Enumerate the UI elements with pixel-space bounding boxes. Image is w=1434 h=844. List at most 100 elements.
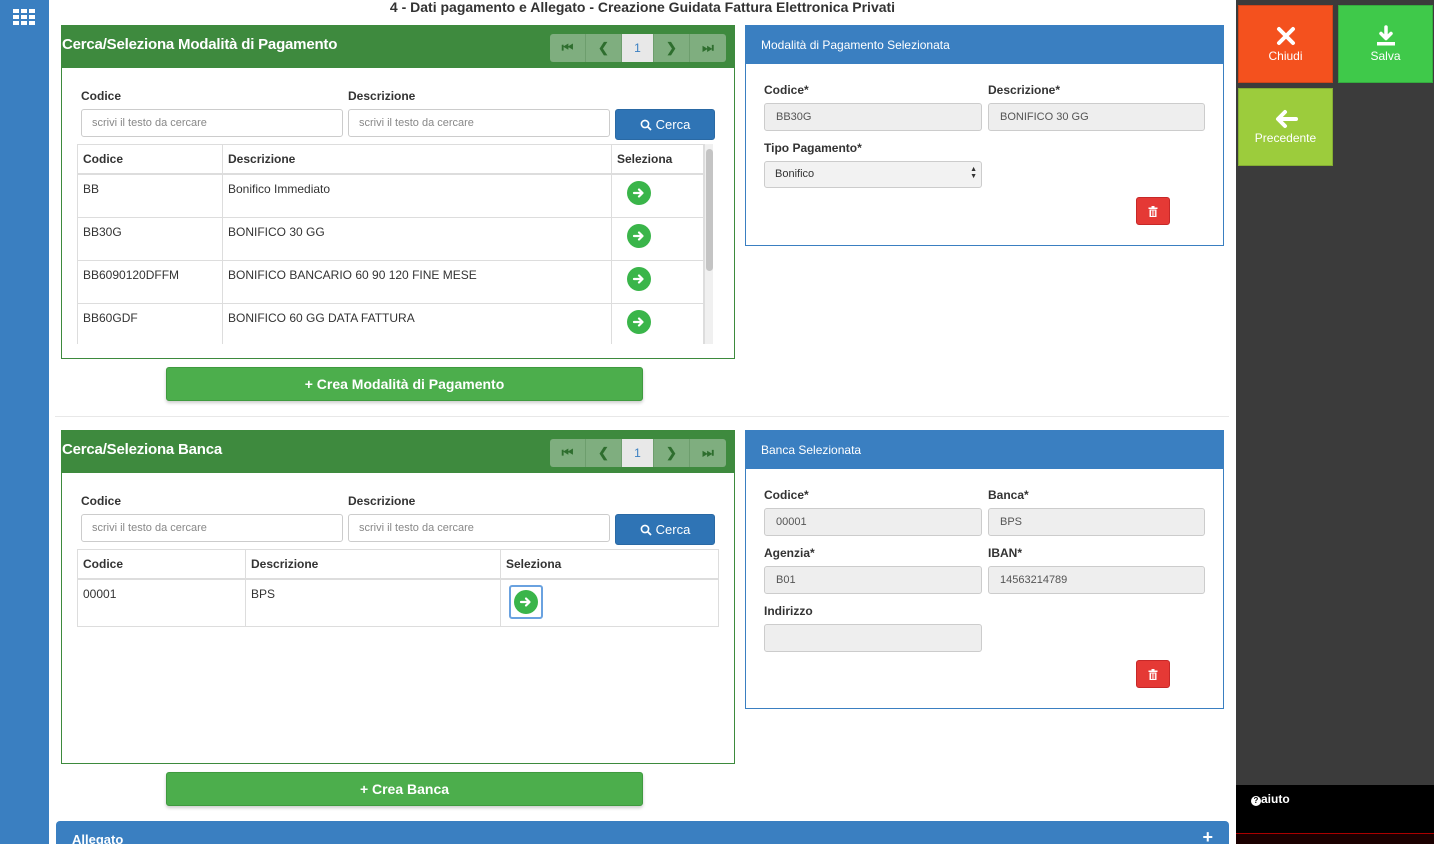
- bank-banca-field: BPS: [988, 508, 1205, 536]
- next-page-button[interactable]: ❯: [654, 439, 690, 467]
- bank-search-title: Cerca/Seleziona Banca: [62, 441, 223, 458]
- chevron-right-icon: ❯: [666, 445, 677, 460]
- select-arrow-icon[interactable]: [627, 266, 651, 291]
- column-header: Codice: [77, 144, 223, 175]
- last-page-button[interactable]: ⏭: [690, 439, 726, 467]
- bank-codice-label: Codice*: [764, 488, 809, 502]
- next-page-button[interactable]: ❯: [654, 34, 690, 62]
- bank-search-button[interactable]: Cerca: [615, 514, 715, 545]
- select-arrow-icon[interactable]: [627, 309, 651, 334]
- chevron-right-icon: ❯: [666, 40, 677, 55]
- column-header: Codice: [77, 549, 246, 580]
- prev-page-button[interactable]: ❮: [586, 34, 622, 62]
- action-pane: Chiudi Salva Precedente: [1236, 0, 1434, 844]
- salva-button[interactable]: Salva: [1338, 5, 1433, 83]
- tipo-pagamento-label: Tipo Pagamento*: [764, 141, 862, 155]
- payment-search-header: Cerca/Seleziona Modalità di Pagamento ⏮ …: [62, 26, 734, 68]
- download-icon: [1376, 25, 1395, 46]
- table-row: BB30G BONIFICO 30 GG: [77, 216, 704, 261]
- tipo-pagamento-select[interactable]: Bonifico ▲ ▼: [764, 161, 982, 188]
- bank-search-panel: Cerca/Seleziona Banca ⏮ ❮ 1 ❯ ⏭ Codice D…: [61, 430, 735, 764]
- precedente-label: Precedente: [1254, 131, 1317, 145]
- payment-pager: ⏮ ❮ 1 ❯ ⏭: [550, 34, 726, 62]
- bank-iban-label: IBAN*: [988, 546, 1023, 560]
- column-header: Descrizione: [222, 144, 612, 175]
- column-header: Descrizione: [245, 549, 501, 580]
- bank-agenzia-label: Agenzia*: [764, 546, 815, 560]
- cell-codice: 00001: [77, 578, 246, 627]
- selected-descrizione-field: BONIFICO 30 GG: [988, 103, 1205, 131]
- current-page[interactable]: 1: [622, 439, 654, 467]
- allegato-section-header[interactable]: Allegato +: [56, 821, 1229, 844]
- apps-grid-icon[interactable]: [13, 9, 35, 25]
- salva-label: Salva: [1370, 49, 1401, 63]
- table-row: 00001 BPS: [77, 578, 719, 627]
- payment-table-scroll[interactable]: Codice Descrizione Seleziona BB Bonifico…: [77, 144, 719, 344]
- bank-descrizione-search-input[interactable]: [348, 514, 610, 542]
- help-bar-bottom: [1236, 833, 1434, 844]
- codice-search-input[interactable]: [81, 109, 343, 137]
- scrollbar-thumb[interactable]: [706, 149, 713, 271]
- search-button-label: Cerca: [655, 117, 691, 132]
- select-focus-ring: [509, 585, 543, 619]
- select-arrow-icon[interactable]: [514, 590, 538, 614]
- last-page-icon: ⏭: [702, 40, 714, 55]
- prev-page-button[interactable]: ❮: [586, 439, 622, 467]
- bank-iban-field: 14563214789: [988, 566, 1205, 594]
- precedente-button[interactable]: Precedente: [1238, 88, 1333, 166]
- cell-descrizione: BONIFICO 60 GG DATA FATTURA: [222, 302, 612, 344]
- bank-codice-search-input[interactable]: [81, 514, 343, 542]
- last-page-icon: ⏭: [702, 445, 714, 460]
- payment-search-button[interactable]: Cerca: [615, 109, 715, 140]
- trash-icon: [1148, 668, 1158, 680]
- help-link[interactable]: ? aiuto: [1251, 792, 1290, 806]
- cell-select: [611, 259, 704, 304]
- current-page[interactable]: 1: [622, 34, 654, 62]
- selected-codice-field: BB30G: [764, 103, 982, 131]
- delete-bank-button[interactable]: [1136, 660, 1170, 688]
- table-row: BB60GDF BONIFICO 60 GG DATA FATTURA: [77, 302, 704, 344]
- help-bar: ? aiuto: [1236, 785, 1434, 833]
- allegato-title: Allegato: [72, 832, 124, 844]
- first-page-button[interactable]: ⏮: [550, 439, 586, 467]
- delete-payment-button[interactable]: [1136, 197, 1170, 225]
- section-divider: [55, 416, 1229, 417]
- cell-codice: BB: [77, 173, 223, 218]
- create-bank-button[interactable]: + Crea Banca: [166, 772, 643, 806]
- create-payment-mode-button[interactable]: + Crea Modalità di Pagamento: [166, 367, 643, 401]
- cell-descrizione: BONIFICO 30 GG: [222, 216, 612, 261]
- cell-descrizione: BPS: [245, 578, 501, 627]
- first-page-icon: ⏮: [561, 445, 574, 460]
- payment-search-title: Cerca/Seleziona Modalità di Pagamento: [62, 36, 338, 53]
- first-page-button[interactable]: ⏮: [550, 34, 586, 62]
- last-page-button[interactable]: ⏭: [690, 34, 726, 62]
- bank-pager: ⏮ ❮ 1 ❯ ⏭: [550, 439, 726, 467]
- arrow-left-icon: [1275, 110, 1298, 128]
- descrizione-search-input[interactable]: [348, 109, 610, 137]
- expand-plus-icon[interactable]: +: [1202, 828, 1213, 844]
- payment-table: Codice Descrizione Seleziona BB Bonifico…: [77, 144, 704, 344]
- column-header: Seleziona: [500, 549, 719, 580]
- help-label: aiuto: [1261, 792, 1290, 806]
- payment-selected-panel: Modalità di Pagamento Selezionata Codice…: [745, 25, 1224, 246]
- question-circle-icon: ?: [1251, 796, 1261, 806]
- cell-select: [500, 578, 719, 627]
- tipo-pagamento-value: Bonifico: [775, 168, 815, 180]
- column-header: Seleziona: [611, 144, 704, 175]
- first-page-icon: ⏮: [561, 40, 574, 55]
- chevron-left-icon: ❮: [598, 40, 609, 55]
- close-icon: [1276, 27, 1295, 45]
- chiudi-button[interactable]: Chiudi: [1238, 5, 1333, 83]
- select-arrow-icon[interactable]: [627, 181, 651, 205]
- table-row: BB6090120DFFM BONIFICO BANCARIO 60 90 12…: [77, 259, 704, 304]
- cell-select: [611, 302, 704, 344]
- page-title: 4 - Dati pagamento e Allegato - Creazion…: [389, 0, 896, 15]
- left-sidebar: [0, 0, 49, 844]
- trash-icon: [1148, 205, 1158, 217]
- bank-selected-title: Banca Selezionata: [761, 443, 862, 457]
- cell-codice: BB60GDF: [77, 302, 223, 344]
- bank-selected-header: Banca Selezionata: [746, 431, 1223, 469]
- cell-select: [611, 216, 704, 261]
- select-arrow-icon[interactable]: [627, 223, 651, 248]
- table-scrollbar[interactable]: [704, 144, 713, 344]
